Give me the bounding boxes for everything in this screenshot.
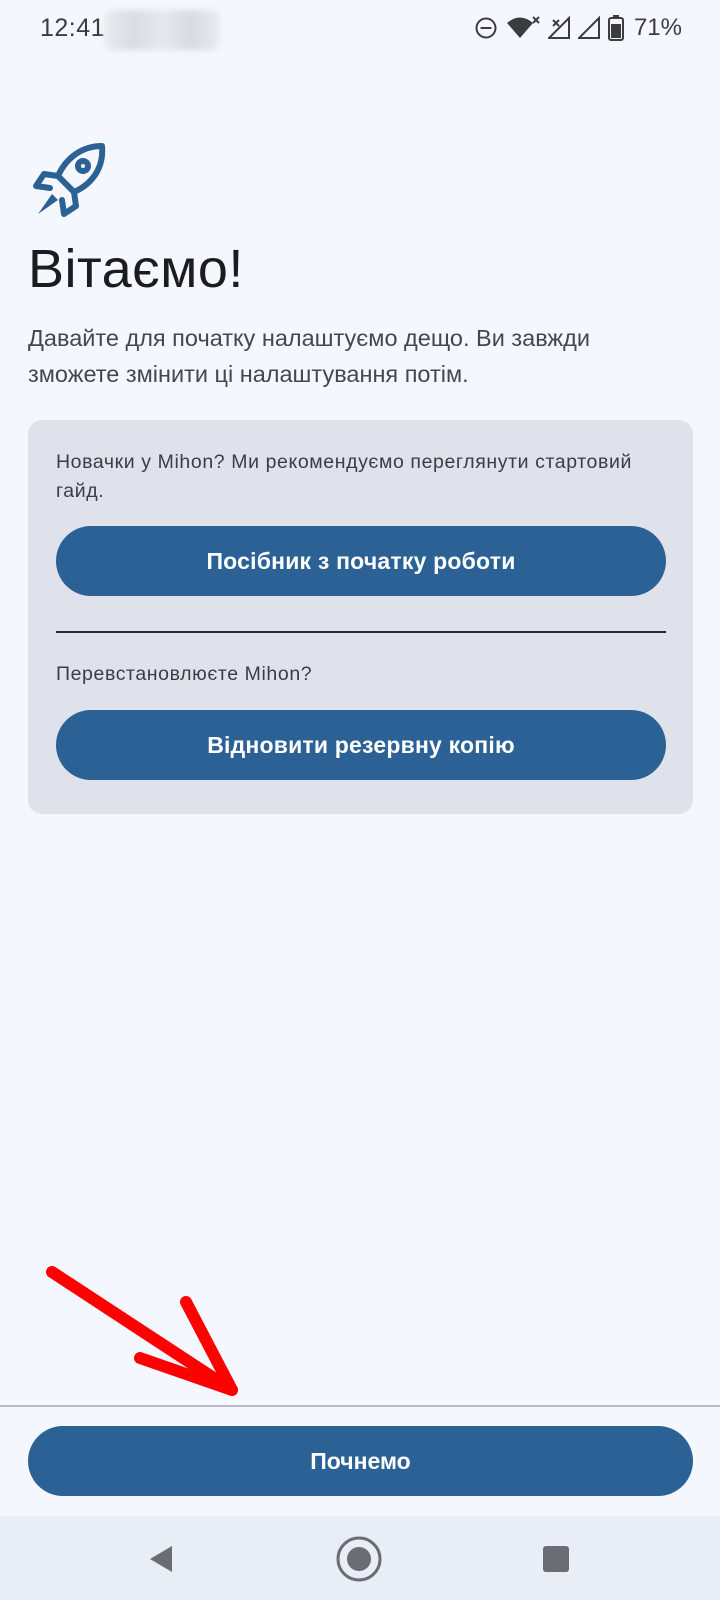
newcomer-text: Новачки у Mihon? Ми рекомендуємо перегля… <box>56 451 632 502</box>
card-divider <box>56 631 666 633</box>
page-subtitle: Давайте для початку налаштуємо дещо. Ви … <box>28 325 590 387</box>
recents-icon[interactable] <box>531 1534 581 1584</box>
navigation-bar <box>0 1516 720 1600</box>
bottom-divider <box>0 1405 720 1407</box>
status-icons: 71% <box>474 14 682 42</box>
home-icon[interactable] <box>334 1534 384 1584</box>
blurred-notification-icons <box>104 10 220 50</box>
rocket-icon <box>30 140 110 220</box>
getting-started-guide-button[interactable]: Посібник з початку роботи <box>56 526 666 596</box>
back-icon[interactable] <box>136 1534 186 1584</box>
status-time: 12:41 <box>40 14 106 42</box>
signal-icon <box>577 16 600 40</box>
battery-percent: 71% <box>633 14 682 41</box>
get-started-button[interactable]: Почнемо <box>28 1426 693 1496</box>
battery-icon <box>607 15 624 41</box>
signal-no-service-icon <box>547 16 570 40</box>
reinstall-text: Перевстановлюєте Mihon? <box>56 663 313 685</box>
page-title: Вітаємо! <box>28 239 244 299</box>
wifi-icon <box>506 15 540 41</box>
do-not-disturb-icon <box>474 16 498 40</box>
status-bar: 12:41 71% <box>0 0 720 60</box>
onboarding-card: Новачки у Mihon? Ми рекомендуємо перегля… <box>28 420 693 814</box>
restore-backup-button[interactable]: Відновити резервну копію <box>56 710 666 780</box>
